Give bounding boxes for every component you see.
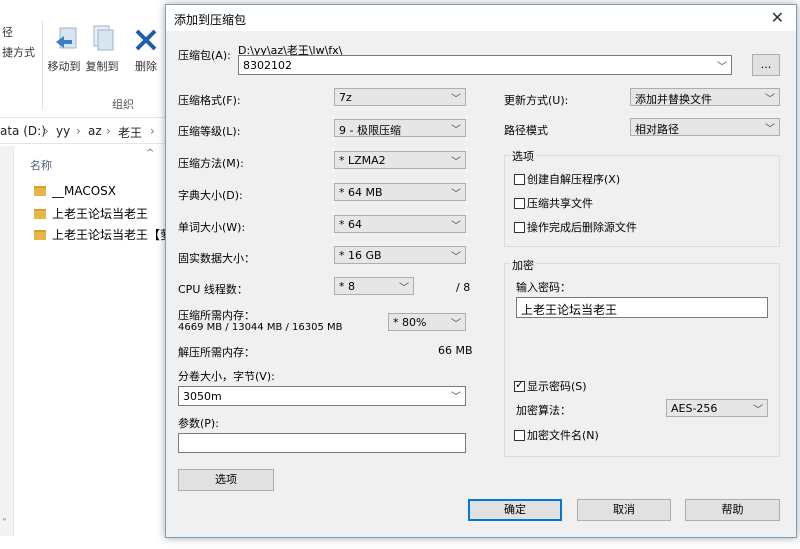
format-label: 压缩格式(F): [178, 94, 241, 107]
column-header-name[interactable]: 名称 [30, 157, 52, 173]
update-mode-label: 更新方式(U): [504, 94, 569, 107]
parameters-label: 参数(P): [178, 417, 219, 430]
chevron-down-icon: ﹀ [451, 125, 461, 136]
address-bar[interactable]: ata (D:) › yy › az › 老王 › [0, 118, 166, 144]
compression-memory-label: 压缩所需内存： [178, 309, 255, 322]
address-separator: › [44, 124, 49, 138]
folder-icon [34, 209, 46, 219]
chevron-down-icon: ﹀ [451, 252, 461, 263]
delete-icon [135, 29, 157, 51]
encryption-method-select[interactable]: AES-256 ﹀ [666, 399, 768, 417]
cancel-button[interactable]: 取消 [577, 499, 671, 521]
copy-to-icon [93, 25, 114, 51]
archive-name-combo[interactable]: 8302102 ﹀ [238, 55, 732, 75]
create-sfx-checkbox[interactable]: 创建自解压程序(X) [514, 171, 620, 187]
encryption-method-label: 加密算法： [516, 404, 571, 417]
compression-memory-detail: 4669 MB / 13044 MB / 16305 MB [178, 322, 343, 333]
dialog-title: 添加到压缩包 [174, 13, 247, 27]
memory-usage-select[interactable]: * 80% ﹀ [388, 313, 466, 331]
decompression-memory-value: 66 MB [438, 344, 473, 357]
address-separator: › [150, 124, 155, 138]
options-group-label: 选项 [510, 148, 536, 164]
encryption-group-label: 加密 [510, 257, 536, 273]
ribbon-separator [42, 20, 43, 110]
path-mode-label: 路径模式 [504, 124, 548, 137]
encrypt-filenames-checkbox[interactable]: 加密文件名(N) [514, 427, 599, 443]
list-item[interactable]: 上老王论坛当老王【萝 [34, 226, 172, 244]
cpu-threads-label: CPU 线程数： [178, 283, 248, 296]
level-label: 压缩等级(L): [178, 125, 241, 138]
address-segment[interactable]: az [88, 124, 102, 138]
cpu-threads-max: / 8 [456, 281, 471, 294]
compress-shared-checkbox[interactable]: 压缩共享文件 [514, 195, 593, 211]
password-label: 输入密码： [516, 281, 571, 294]
level-select[interactable]: 9 - 极限压缩 ﹀ [334, 119, 466, 137]
split-size-label: 分卷大小，字节(V): [178, 370, 275, 383]
parameters-input[interactable] [178, 433, 466, 453]
chevron-down-icon: ﹀ [451, 157, 461, 168]
chevron-down-icon: ﹀ [765, 124, 775, 135]
address-separator: › [76, 124, 81, 138]
delete-button[interactable]: 删除 [130, 58, 162, 74]
word-size-label: 单词大小(W): [178, 221, 246, 234]
ribbon-label-shortcut[interactable]: 捷方式 [2, 44, 35, 60]
help-button[interactable]: 帮助 [685, 499, 780, 521]
address-segment[interactable]: 老王 [118, 124, 142, 141]
copy-to-button[interactable]: 复制到 [84, 58, 120, 74]
add-to-archive-dialog: 添加到压缩包 ✕ 压缩包(A): D:\yy\az\老王\lw\fx\ 8302… [165, 4, 797, 538]
chevron-down-icon: ﹀ [451, 189, 461, 200]
password-input[interactable]: 上老王论坛当老王 [516, 297, 768, 318]
cpu-threads-select[interactable]: * 8 ﹀ [334, 277, 414, 295]
ribbon-group-label: 组织 [112, 98, 134, 111]
move-to-icon [56, 27, 77, 49]
folder-icon [34, 186, 46, 196]
word-size-select[interactable]: * 64 ﹀ [334, 215, 466, 233]
ok-button[interactable]: 确定 [468, 499, 562, 521]
decompression-memory-label: 解压所需内存： [178, 346, 255, 359]
address-separator: › [106, 124, 111, 138]
dictionary-size-select[interactable]: * 64 MB ﹀ [334, 183, 466, 201]
delete-after-checkbox[interactable]: 操作完成后删除源文件 [514, 219, 637, 235]
chevron-down-icon: ﹀ [451, 319, 461, 330]
format-select[interactable]: 7z ﹀ [334, 88, 466, 106]
move-to-button[interactable]: 移动到 [46, 58, 82, 74]
address-segment[interactable]: ata (D:) [0, 124, 46, 138]
chevron-down-icon[interactable]: ﹀ [717, 58, 727, 73]
list-item[interactable]: 上老王论坛当老王 [34, 205, 148, 223]
split-size-combo[interactable]: 3050m ﹀ [178, 386, 466, 406]
dictionary-size-label: 字典大小(D): [178, 189, 243, 202]
path-mode-select[interactable]: 相对路径 ﹀ [630, 118, 780, 136]
method-select[interactable]: * LZMA2 ﹀ [334, 151, 466, 169]
options-button[interactable]: 选项 [178, 469, 274, 491]
folder-icon [34, 230, 46, 240]
solid-block-label: 固实数据大小： [178, 252, 255, 265]
ribbon-label-path: 径 [2, 26, 13, 39]
chevron-down-icon: ﹀ [399, 283, 409, 294]
list-item[interactable]: __MACOSX [34, 184, 116, 202]
sort-up-icon: ^ [146, 148, 155, 159]
solid-block-select[interactable]: * 16 GB ﹀ [334, 246, 466, 264]
navigation-pane [0, 146, 14, 536]
chevron-down-icon: ﹀ [753, 405, 763, 416]
address-segment[interactable]: yy [56, 124, 70, 138]
browse-button[interactable]: ... [752, 54, 780, 76]
archive-label: 压缩包(A): [178, 49, 231, 62]
chevron-down-icon: ﹀ [451, 392, 461, 403]
update-mode-select[interactable]: 添加并替换文件 ﹀ [630, 88, 780, 106]
show-password-checkbox[interactable]: 显示密码(S) [514, 378, 587, 394]
chevron-down-icon[interactable]: ˅ [2, 518, 7, 529]
ribbon: 径 捷方式 移动到 复制到 删除 组织 [0, 0, 166, 118]
dialog-titlebar[interactable]: 添加到压缩包 ✕ [166, 5, 796, 31]
chevron-down-icon: ﹀ [451, 221, 461, 232]
chevron-down-icon: ﹀ [451, 94, 461, 105]
chevron-down-icon: ﹀ [765, 94, 775, 105]
method-label: 压缩方法(M): [178, 157, 244, 170]
close-icon[interactable]: ✕ [771, 8, 784, 27]
